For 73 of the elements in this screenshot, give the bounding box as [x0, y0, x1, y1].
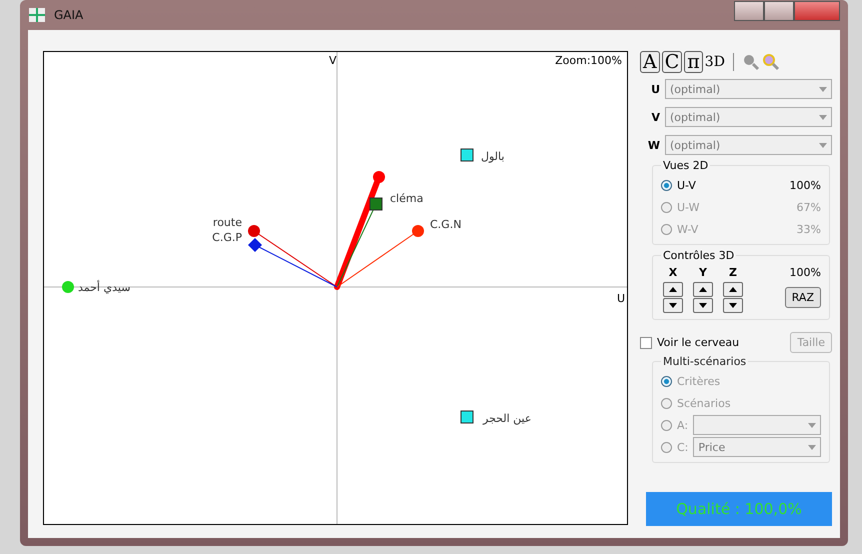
axis-dropdown[interactable]: (optimal) [665, 79, 832, 99]
zoom-out-icon[interactable] [742, 53, 760, 71]
radio-button[interactable] [661, 398, 672, 408]
dropdown-arrow-icon [819, 86, 827, 92]
axis-label: Y [698, 266, 708, 279]
radio-button[interactable] [661, 180, 672, 190]
dropdown-arrow-icon [819, 142, 827, 148]
quality-banner: Qualité : 100,0% [646, 492, 832, 526]
down-arrow-icon [669, 303, 677, 308]
radio-button[interactable] [661, 224, 672, 234]
radio-button[interactable] [661, 420, 672, 430]
checkbox-label: Voir le cerveau [657, 336, 740, 349]
dropdown-arrow-icon [819, 114, 827, 120]
scenario-dropdown[interactable]: Price [693, 437, 821, 457]
axis-label: V [329, 54, 337, 67]
app-icon [28, 7, 46, 23]
axis-label: V [650, 110, 660, 124]
dropdown-arrow-icon [808, 444, 816, 450]
down-button[interactable] [663, 298, 683, 313]
down-button[interactable] [693, 298, 713, 313]
option-label: C: [677, 440, 688, 454]
toolbar-button[interactable]: π [684, 51, 703, 73]
option-label: Scénarios [677, 396, 731, 410]
radio-button[interactable] [661, 376, 672, 386]
axis-label: U [617, 292, 626, 305]
axis-dropdown[interactable]: (optimal) [665, 135, 832, 155]
zoom-label: Zoom:100% [555, 54, 622, 67]
axis-dropdown[interactable]: (optimal) [665, 107, 832, 127]
option-label: U-W [677, 200, 700, 214]
option-label: A: [677, 418, 688, 432]
point-label: C.G.N [430, 218, 462, 231]
percent-label: 100% [788, 266, 821, 279]
group-title: Contrôles 3D [661, 249, 736, 262]
option-label: W-V [677, 222, 698, 236]
point-label: سيدي أحمد [78, 281, 130, 294]
mode-label[interactable]: 3D [704, 54, 725, 70]
radio-button[interactable] [661, 442, 672, 452]
point-label: بالول [481, 150, 504, 163]
axis-label: X [668, 266, 678, 279]
group-title: Multi-scénarios [661, 355, 748, 368]
zoom-in-icon[interactable] [762, 53, 780, 71]
option-label: Critères [677, 374, 720, 388]
axis-label: W [646, 138, 660, 152]
down-arrow-icon [729, 303, 737, 308]
point-label: cléma [390, 192, 424, 205]
dropdown-arrow-icon [808, 422, 816, 428]
down-button[interactable] [723, 298, 743, 313]
up-button[interactable] [663, 282, 683, 297]
reset-button[interactable]: RAZ [784, 287, 821, 308]
close-button[interactable] [794, 1, 840, 21]
up-button[interactable] [693, 282, 713, 297]
up-arrow-icon [729, 287, 737, 292]
percent-label: 33% [796, 222, 821, 236]
up-arrow-icon [699, 287, 707, 292]
checkbox[interactable] [640, 336, 652, 348]
point-label: عين الحجر [483, 412, 532, 425]
point-label: route [212, 216, 242, 229]
maximize-button[interactable] [764, 1, 794, 21]
option-label: U-V [677, 178, 696, 192]
axis-label: U [650, 82, 660, 96]
window-title: GAIA [54, 8, 84, 22]
up-button[interactable] [723, 282, 743, 297]
point-label: C.G.P [212, 231, 242, 244]
group-title: Vues 2D [661, 159, 710, 172]
minimize-button[interactable] [734, 1, 764, 21]
toolbar-button[interactable]: C [662, 51, 682, 73]
up-arrow-icon [669, 287, 677, 292]
percent-label: 67% [796, 200, 821, 214]
radio-button[interactable] [661, 202, 672, 212]
toolbar-button[interactable]: A [640, 51, 660, 73]
axis-label: Z [728, 266, 738, 279]
down-arrow-icon [699, 303, 707, 308]
percent-label: 100% [790, 178, 821, 192]
